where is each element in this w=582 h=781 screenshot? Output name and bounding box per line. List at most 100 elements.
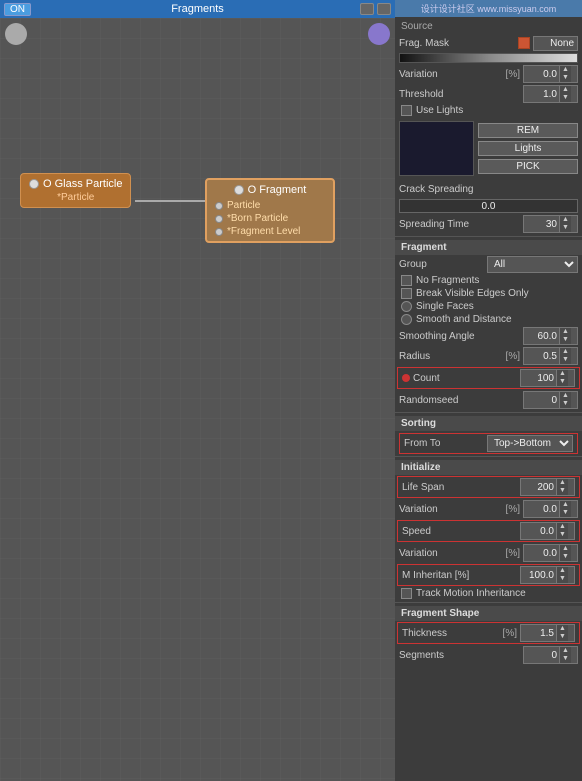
node-fragment-ports: Particle *Born Particle *Fragment Level — [215, 200, 325, 237]
rem-button[interactable]: REM — [478, 123, 578, 138]
spreading-time-spinbox[interactable]: ▲ ▼ — [523, 215, 578, 233]
radius-input[interactable] — [524, 350, 559, 363]
radius-spinbox[interactable]: ▲ ▼ — [523, 347, 578, 365]
randomseed-input[interactable] — [524, 394, 559, 407]
speed-spinbox[interactable]: ▲ ▼ — [520, 522, 575, 540]
minherit-row: M Inheritan [%] ▲ ▼ — [398, 565, 579, 585]
thickness-spinbox[interactable]: ▲ ▼ — [520, 624, 575, 642]
count-spinbox[interactable]: ▲ ▼ — [520, 369, 575, 387]
segments-up[interactable]: ▲ — [560, 647, 571, 655]
minherit-label: M Inheritan [%] — [402, 570, 517, 581]
track-motion-checkbox[interactable] — [401, 588, 412, 599]
minherit-down[interactable]: ▼ — [557, 575, 568, 583]
minimize-button[interactable] — [360, 3, 374, 15]
smoothing-angle-down[interactable]: ▼ — [560, 336, 571, 344]
init-variation2-down[interactable]: ▼ — [560, 553, 571, 561]
minherit-up[interactable]: ▲ — [557, 567, 568, 575]
node-fragment-title: O Fragment — [215, 184, 325, 196]
sep1 — [395, 236, 582, 237]
init-variation2-label: Variation — [399, 548, 503, 559]
init-variation2-spinbox[interactable]: ▲ ▼ — [523, 544, 578, 562]
init-variation-spinbox[interactable]: ▲ ▼ — [523, 500, 578, 518]
randomseed-row: Randomseed ▲ ▼ — [395, 390, 582, 410]
count-input[interactable] — [521, 372, 556, 385]
smoothing-angle-input[interactable] — [524, 330, 559, 343]
lifespan-up[interactable]: ▲ — [557, 479, 568, 487]
speed-container: Speed ▲ ▼ — [397, 520, 580, 542]
lifespan-input[interactable] — [521, 481, 556, 494]
threshold-up[interactable]: ▲ — [560, 86, 571, 94]
segments-down[interactable]: ▼ — [560, 655, 571, 663]
segments-input[interactable] — [524, 649, 559, 662]
use-lights-checkbox[interactable] — [401, 105, 412, 116]
count-up[interactable]: ▲ — [557, 370, 568, 378]
init-variation2-input[interactable] — [524, 547, 559, 560]
preview-row: REM Lights PICK — [395, 117, 582, 180]
lights-button[interactable]: Lights — [478, 141, 578, 156]
spreading-time-down[interactable]: ▼ — [560, 224, 571, 232]
single-faces-label: Single Faces — [416, 301, 576, 312]
init-variation2-pct: [%] — [506, 548, 520, 559]
node-glass-sub: *Particle — [29, 192, 122, 203]
initialize-section-header: Initialize — [395, 460, 582, 475]
randomseed-up[interactable]: ▲ — [560, 392, 571, 400]
fromto-select[interactable]: Top->Bottom — [487, 435, 573, 452]
speed-down[interactable]: ▼ — [557, 531, 568, 539]
init-variation-up[interactable]: ▲ — [560, 501, 571, 509]
smoothing-angle-up[interactable]: ▲ — [560, 328, 571, 336]
node-canvas: O Glass Particle *Particle O Fragment Pa… — [0, 18, 395, 781]
spreading-time-arrows: ▲ ▼ — [559, 216, 571, 232]
spreading-time-input[interactable] — [524, 218, 559, 231]
single-faces-radio[interactable] — [401, 301, 412, 312]
radius-up[interactable]: ▲ — [560, 348, 571, 356]
spreading-time-row: Spreading Time ▲ ▼ — [395, 214, 582, 234]
on-button[interactable]: ON — [4, 3, 31, 16]
node-glass-particle[interactable]: O Glass Particle *Particle — [20, 173, 131, 208]
segments-spinbox[interactable]: ▲ ▼ — [523, 646, 578, 664]
variation-up[interactable]: ▲ — [560, 66, 571, 74]
crack-slider[interactable]: 0.0 — [399, 199, 578, 213]
variation-down[interactable]: ▼ — [560, 74, 571, 82]
minherit-input[interactable] — [521, 569, 556, 582]
smoothing-angle-spinbox[interactable]: ▲ ▼ — [523, 327, 578, 345]
variation-input[interactable] — [524, 68, 559, 81]
frag-mask-label: Frag. Mask — [399, 38, 515, 49]
variation-pct: [%] — [506, 69, 520, 80]
speed-input[interactable] — [521, 525, 556, 538]
threshold-input[interactable] — [524, 88, 559, 101]
crack-slider-text: 0.0 — [400, 200, 577, 212]
init-variation2-up[interactable]: ▲ — [560, 545, 571, 553]
thickness-up[interactable]: ▲ — [557, 625, 568, 633]
no-fragments-checkbox[interactable] — [401, 275, 412, 286]
lights-buttons: REM Lights PICK — [478, 123, 578, 174]
threshold-arrows: ▲ ▼ — [559, 86, 571, 102]
lifespan-down[interactable]: ▼ — [557, 487, 568, 495]
frag-mask-color[interactable] — [518, 37, 530, 49]
smooth-dist-radio[interactable] — [401, 314, 412, 325]
thickness-down[interactable]: ▼ — [557, 633, 568, 641]
track-motion-label: Track Motion Inheritance — [416, 588, 576, 599]
port-born: *Born Particle — [215, 213, 325, 224]
speed-up[interactable]: ▲ — [557, 523, 568, 531]
smoothing-angle-arrows: ▲ ▼ — [559, 328, 571, 344]
radius-down[interactable]: ▼ — [560, 356, 571, 364]
lifespan-spinbox[interactable]: ▲ ▼ — [520, 478, 575, 496]
init-variation-down[interactable]: ▼ — [560, 509, 571, 517]
threshold-spinbox[interactable]: ▲ ▼ — [523, 85, 578, 103]
node-fragment-label: O Fragment — [248, 184, 307, 196]
randomseed-arrows: ▲ ▼ — [559, 392, 571, 408]
spreading-time-up[interactable]: ▲ — [560, 216, 571, 224]
pick-button[interactable]: PICK — [478, 159, 578, 174]
break-visible-checkbox[interactable] — [401, 288, 412, 299]
node-fragment[interactable]: O Fragment Particle *Born Particle *Frag… — [205, 178, 335, 243]
threshold-down[interactable]: ▼ — [560, 94, 571, 102]
variation-spinbox[interactable]: ▲ ▼ — [523, 65, 578, 83]
maximize-button[interactable] — [377, 3, 391, 15]
randomseed-down[interactable]: ▼ — [560, 400, 571, 408]
count-down[interactable]: ▼ — [557, 378, 568, 386]
init-variation-input[interactable] — [524, 503, 559, 516]
minherit-spinbox[interactable]: ▲ ▼ — [520, 566, 575, 584]
thickness-input[interactable] — [521, 627, 556, 640]
group-select[interactable]: All — [487, 256, 578, 273]
randomseed-spinbox[interactable]: ▲ ▼ — [523, 391, 578, 409]
